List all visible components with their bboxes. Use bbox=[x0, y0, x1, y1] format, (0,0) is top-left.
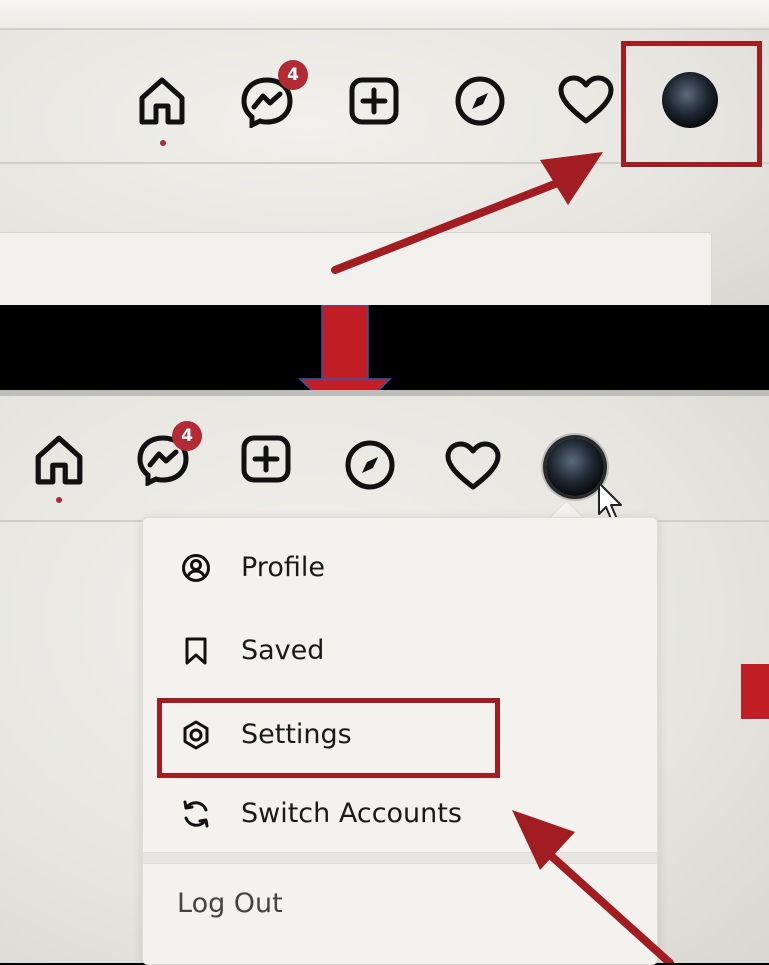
home-active-dot bbox=[56, 497, 62, 503]
menu-item-label: Switch Accounts bbox=[241, 798, 462, 829]
activity-heart-icon[interactable] bbox=[444, 440, 502, 492]
browser-top-edge bbox=[0, 390, 769, 396]
settings-callout-box bbox=[157, 698, 500, 778]
callout-arrow bbox=[331, 152, 603, 274]
messages-badge: 4 bbox=[172, 421, 202, 451]
menu-divider bbox=[143, 852, 657, 864]
new-post-icon[interactable] bbox=[240, 434, 292, 484]
bookmark-icon bbox=[181, 636, 211, 666]
profile-circle-icon bbox=[181, 553, 211, 583]
top-screenshot: 4 bbox=[0, 0, 769, 305]
menu-item-profile[interactable]: Profile bbox=[143, 538, 657, 598]
menu-item-label: Profile bbox=[241, 552, 325, 583]
menu-item-switch-accounts[interactable]: Switch Accounts bbox=[143, 784, 657, 844]
switch-accounts-icon bbox=[181, 799, 211, 829]
menu-item-label: Saved bbox=[241, 635, 325, 666]
explore-compass-icon[interactable] bbox=[343, 438, 397, 492]
menu-item-saved[interactable]: Saved bbox=[143, 621, 657, 681]
log-out-button[interactable]: Log Out bbox=[177, 884, 283, 924]
home-icon[interactable] bbox=[34, 434, 84, 486]
red-marker bbox=[741, 664, 769, 719]
